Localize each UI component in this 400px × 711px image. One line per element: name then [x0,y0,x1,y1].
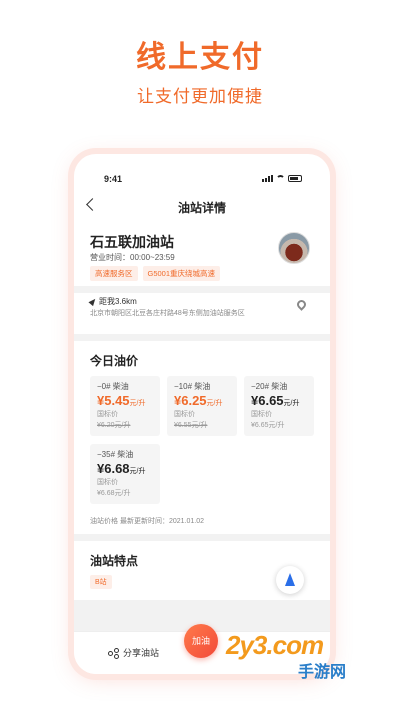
status-time: 9:41 [104,174,123,184]
signal-icon [262,175,273,182]
national-label: 国标价 [97,411,118,418]
national-label: 国标价 [251,411,272,418]
station-tags: 高速服务区 G5001重庆绕城高速 [90,266,221,281]
feature-tag: B站 [90,575,112,589]
fuel-button[interactable]: 加油 [184,624,218,658]
price-update-time: 油站价格 最新更新时间：2021.01.02 [90,518,204,525]
tag-service-area: 高速服务区 [90,266,138,281]
distance-text: 距我3.6km [99,297,137,306]
price-card-0[interactable]: −0# 柴油 ¥5.45元/升 国标价 ¥6.20元/升 [90,376,160,436]
fuel-price: ¥6.65元/升 [251,393,300,408]
national-label: 国标价 [97,479,118,486]
price-card-3[interactable]: −35# 柴油 ¥6.68元/升 国标价 ¥6.68元/升 [90,444,160,504]
page-title: 油站详情 [177,201,226,215]
divider [74,534,330,541]
fuel-grade: −35# 柴油 [97,450,134,459]
wifi-icon [276,175,285,182]
fuel-price: ¥6.25元/升 [174,393,223,408]
national-label: 国标价 [174,411,195,418]
share-icon [108,647,119,659]
navigation-arrow-icon [88,296,98,307]
fuel-grade: −0# 柴油 [97,382,129,391]
navigation-icon [285,573,295,586]
nav-bar: 油站详情 [74,198,330,218]
phone-frame: 9:41 油站详情 石五联加油站 营业时间：00:00~23:59 高速服务区 … [74,154,330,674]
fuel-grade: −20# 柴油 [251,382,288,391]
station-address: 北京市朝阳区北豆各庄村路48号东侧加油站服务区 [90,310,245,317]
watermark-sub: 手游网 [298,664,347,681]
distance-row: 距我3.6km [88,296,137,307]
fuel-grade: −10# 柴油 [174,382,211,391]
share-button[interactable]: 分享油站 [108,646,159,659]
watermark-main: 2y3.com [226,630,324,660]
price-card-2[interactable]: −20# 柴油 ¥6.65元/升 国标价 ¥6.65元/升 [244,376,314,436]
national-price: ¥6.68元/升 [97,490,131,497]
battery-icon [288,175,302,182]
fuel-price: ¥5.45元/升 [97,393,146,408]
station-hours: 营业时间：00:00~23:59 [90,253,175,262]
national-price: ¥6.65元/升 [251,422,285,429]
promo-title: 线上支付 [136,41,264,74]
station-photo[interactable] [278,232,310,264]
navigate-button[interactable] [276,566,304,594]
tag-highway: G5001重庆绕城高速 [142,266,221,281]
station-name: 石五联加油站 [90,234,174,250]
status-icons [262,175,302,182]
national-price: ¥6.55元/升 [174,422,208,429]
prices-title: 今日油价 [90,354,139,368]
divider [74,334,330,341]
price-card-1[interactable]: −10# 柴油 ¥6.25元/升 国标价 ¥6.55元/升 [167,376,237,436]
divider [74,286,330,293]
features-title: 油站特点 [90,554,139,568]
location-pin-icon[interactable] [295,298,308,311]
watermark-logo: 2y3.com 手游网 [226,630,396,681]
status-bar: 9:41 [74,172,330,186]
national-price: ¥6.20元/升 [97,422,131,429]
fuel-price: ¥6.68元/升 [97,461,146,476]
promo-subtitle: 让支付更加便捷 [137,87,263,106]
share-label: 分享油站 [123,648,160,658]
